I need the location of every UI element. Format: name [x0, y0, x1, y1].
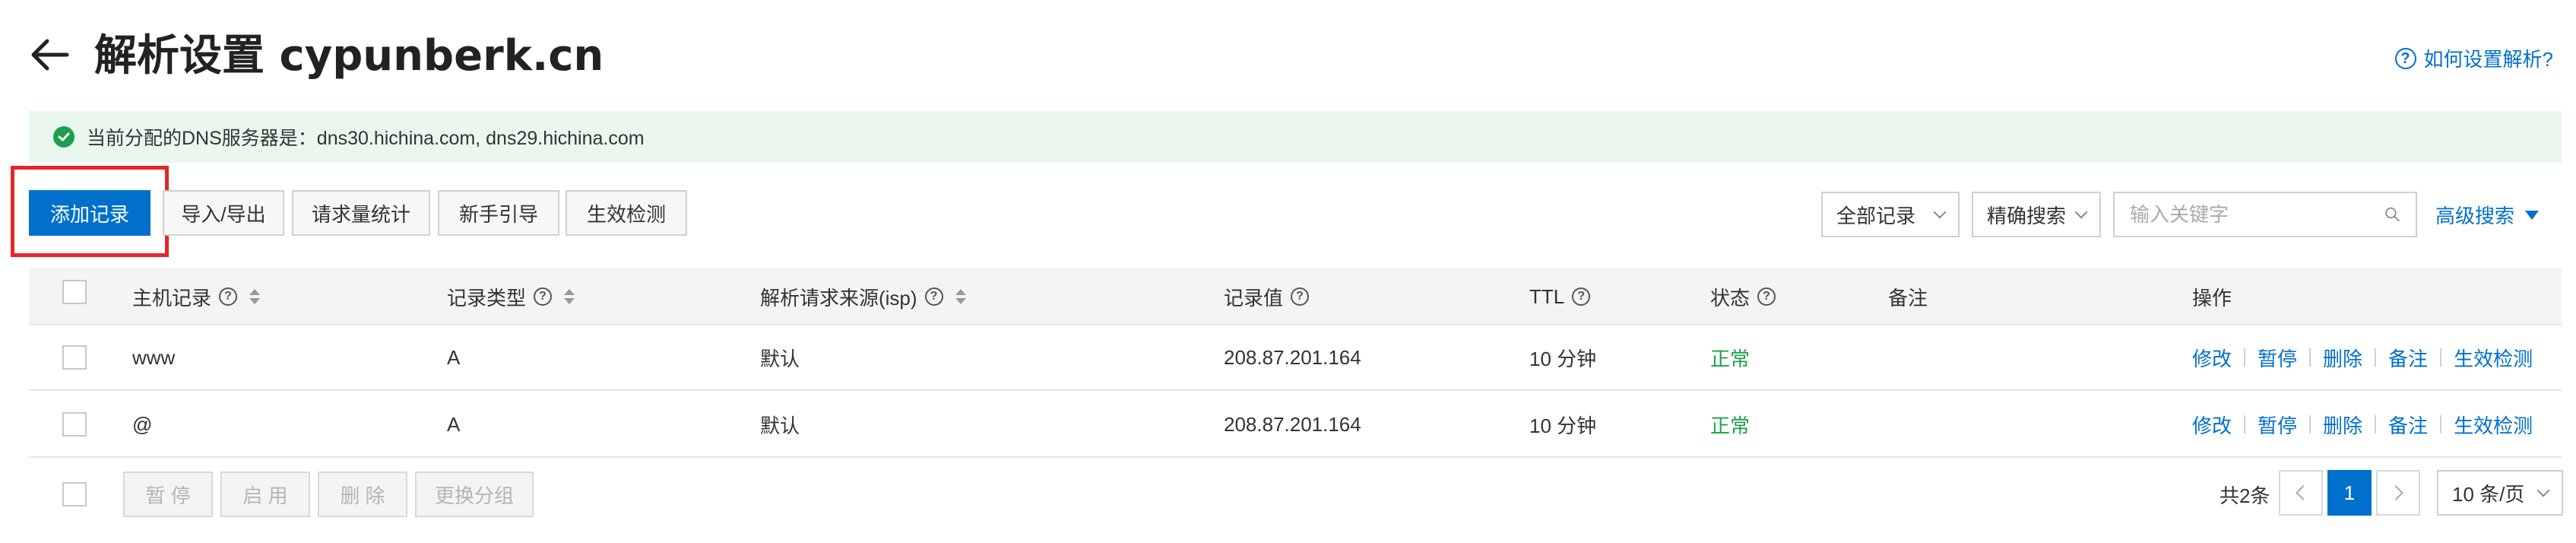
effect-check-link[interactable]: 生效检测 — [2454, 411, 2533, 439]
question-circle-icon[interactable]: ? — [1572, 287, 1591, 306]
divider — [2440, 348, 2442, 367]
row-divider — [29, 456, 2562, 458]
column-ttl-label: TTL — [1529, 284, 1565, 308]
pause-link[interactable]: 暂停 — [2258, 411, 2297, 439]
delete-link[interactable]: 删除 — [2323, 411, 2362, 439]
chevron-left-icon — [2296, 485, 2311, 500]
highlight-box — [11, 166, 169, 257]
import-export-button[interactable]: 导入/导出 — [163, 190, 284, 236]
beginner-guide-button[interactable]: 新手引导 — [438, 190, 559, 236]
column-status-label: 状态 — [1710, 286, 1751, 310]
sort-icon[interactable] — [249, 289, 261, 304]
pause-link[interactable]: 暂停 — [2258, 344, 2297, 372]
row-checkbox[interactable] — [62, 345, 87, 370]
divider — [2375, 348, 2377, 367]
question-circle-icon[interactable]: ? — [219, 287, 238, 306]
column-value: 记录值 ? — [1224, 268, 1310, 325]
effect-check-button[interactable]: 生效检测 — [566, 190, 687, 236]
divider — [2309, 415, 2311, 433]
request-stats-button[interactable]: 请求量统计 — [292, 190, 430, 236]
row-actions: 修改 暂停 删除 备注 生效检测 — [2192, 399, 2533, 450]
edit-link[interactable]: 修改 — [2192, 344, 2232, 372]
question-circle-icon[interactable]: ? — [534, 287, 553, 306]
cell-ttl: 10 分钟 — [1529, 347, 1597, 370]
remark-link[interactable]: 备注 — [2388, 411, 2428, 439]
delete-link[interactable]: 删除 — [2323, 344, 2362, 372]
column-type-label: 记录类型 — [447, 286, 527, 310]
search-input[interactable] — [2130, 202, 2384, 227]
search-box[interactable] — [2113, 192, 2417, 237]
page-size-select[interactable]: 10 条/页 — [2437, 470, 2563, 516]
chevron-down-icon — [2536, 484, 2550, 497]
column-actions: 操作 — [2192, 286, 2232, 310]
caret-down-icon — [2525, 210, 2540, 220]
cell-value: 208.87.201.164 — [1224, 412, 1361, 436]
effect-check-link[interactable]: 生效检测 — [2454, 344, 2533, 372]
prev-page-button[interactable] — [2279, 470, 2323, 516]
page-1-button[interactable]: 1 — [2327, 470, 2372, 516]
column-value-label: 记录值 — [1224, 286, 1284, 310]
sort-icon[interactable] — [564, 289, 575, 304]
chevron-right-icon — [2388, 485, 2403, 500]
column-host[interactable]: 主机记录 ? — [132, 268, 261, 325]
advanced-search-label: 高级搜索 — [2435, 205, 2515, 227]
edit-link[interactable]: 修改 — [2192, 411, 2232, 439]
question-circle-icon: ? — [2394, 47, 2416, 69]
notice-text: 当前分配的DNS服务器是：dns30.hichina.com, dns29.hi… — [87, 128, 645, 149]
footer-select-all-checkbox[interactable] — [62, 482, 87, 506]
record-filter-select[interactable]: 全部记录 — [1821, 192, 1960, 237]
help-link[interactable]: ? 如何设置解析? — [2394, 44, 2553, 72]
chevron-down-icon — [2074, 205, 2088, 219]
remark-link[interactable]: 备注 — [2388, 344, 2428, 372]
status-badge: 正常 — [1710, 414, 1751, 437]
bulk-enable-button[interactable]: 启 用 — [220, 472, 310, 517]
change-group-button[interactable]: 更换分组 — [415, 472, 534, 517]
cell-ttl: 10 分钟 — [1529, 414, 1597, 437]
dns-server-notice: 当前分配的DNS服务器是：dns30.hichina.com, dns29.hi… — [29, 111, 2562, 163]
page-size-value: 10 条/页 — [2452, 482, 2525, 506]
check-circle-icon — [53, 126, 74, 148]
question-circle-icon[interactable]: ? — [1291, 287, 1310, 306]
divider — [2375, 415, 2377, 433]
question-circle-icon[interactable]: ? — [924, 287, 943, 306]
bulk-pause-button[interactable]: 暂 停 — [123, 472, 213, 517]
divider — [2440, 415, 2442, 433]
question-circle-icon[interactable]: ? — [1757, 287, 1776, 306]
select-all-checkbox[interactable] — [62, 280, 87, 304]
column-type[interactable]: 记录类型 ? — [447, 268, 575, 325]
bulk-delete-button[interactable]: 删 除 — [318, 472, 407, 517]
pager-total: 共2条 — [2220, 484, 2270, 507]
divider — [2244, 415, 2246, 433]
advanced-search-toggle[interactable]: 高级搜索 — [2435, 201, 2540, 229]
column-host-label: 主机记录 — [132, 286, 212, 310]
cell-isp: 默认 — [760, 347, 800, 370]
record-filter-value: 全部记录 — [1836, 204, 1916, 227]
column-remark: 备注 — [1888, 286, 1928, 310]
cell-type: A — [447, 345, 461, 369]
column-isp-label: 解析请求来源(isp) — [760, 286, 917, 310]
sort-icon[interactable] — [955, 289, 966, 304]
cell-isp: 默认 — [760, 414, 800, 437]
column-status: 状态 ? — [1710, 268, 1776, 325]
back-arrow-icon[interactable] — [27, 32, 73, 78]
status-badge: 正常 — [1710, 347, 1751, 370]
column-isp[interactable]: 解析请求来源(isp) ? — [760, 268, 966, 325]
row-checkbox[interactable] — [62, 412, 87, 437]
column-ttl: TTL ? — [1529, 268, 1591, 325]
cell-value: 208.87.201.164 — [1224, 345, 1361, 369]
cell-host: www — [132, 345, 176, 369]
cell-host: @ — [132, 412, 153, 436]
divider — [2309, 348, 2311, 367]
match-mode-select[interactable]: 精确搜索 — [1972, 192, 2101, 237]
cell-type: A — [447, 412, 461, 436]
page-title: 解析设置 cypunberk.cn — [94, 31, 604, 81]
divider — [2244, 348, 2246, 367]
row-actions: 修改 暂停 删除 备注 生效检测 — [2192, 332, 2533, 383]
next-page-button[interactable] — [2376, 470, 2420, 516]
search-icon[interactable] — [2384, 203, 2400, 226]
match-mode-value: 精确搜索 — [1987, 204, 2067, 227]
row-divider — [29, 389, 2562, 391]
help-link-label: 如何设置解析? — [2423, 48, 2553, 71]
chevron-down-icon — [1933, 205, 1947, 219]
